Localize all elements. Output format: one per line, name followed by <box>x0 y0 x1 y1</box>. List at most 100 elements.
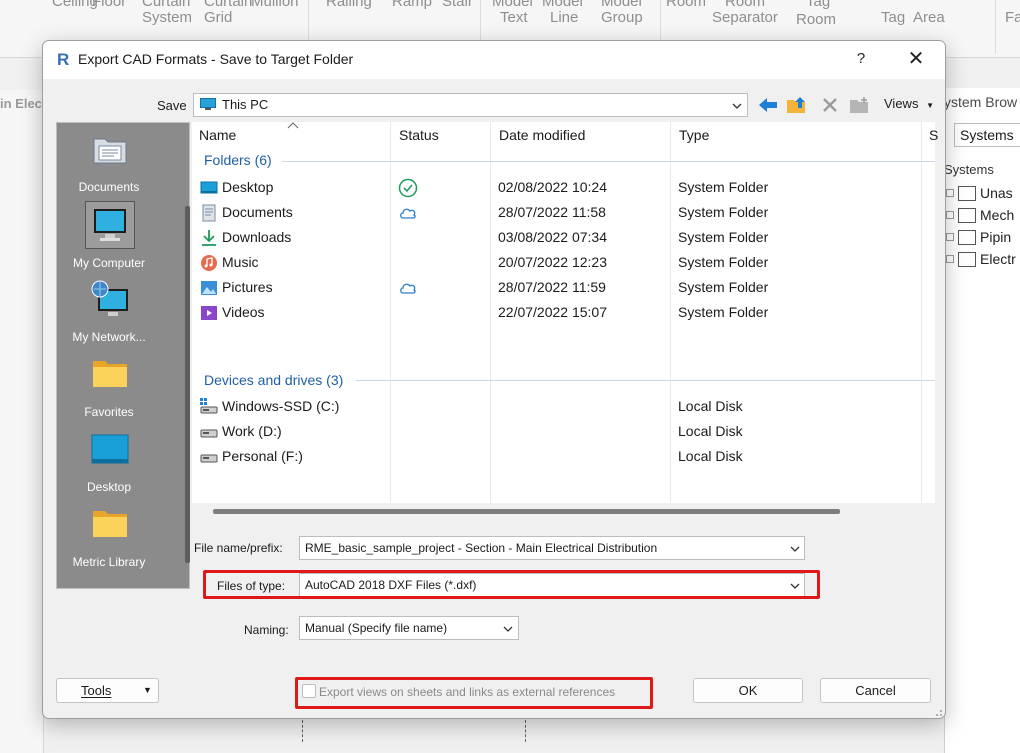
folder-type: System Folder <box>678 204 769 220</box>
drive-row[interactable]: Windows-SSD (C:) Local Disk <box>192 395 935 420</box>
ribbon-tool-label[interactable]: Railing <box>326 0 372 11</box>
expand-icon[interactable] <box>946 233 954 241</box>
folder-row[interactable]: Music 20/07/2022 12:23 System Folder <box>192 251 935 276</box>
metric-library-folder-icon[interactable] <box>90 503 130 543</box>
sync-status <box>398 228 418 248</box>
new-folder-button[interactable] <box>849 94 871 116</box>
drive-row[interactable]: Work (D:) Local Disk <box>192 420 935 445</box>
group-header-devices[interactable]: Devices and drives (3) <box>204 372 343 388</box>
project-browser-selector[interactable]: Systems <box>954 123 1020 147</box>
folder-name: Music <box>222 254 259 270</box>
documents-folder-icon[interactable] <box>90 129 130 169</box>
project-browser-header: Systems <box>944 162 994 177</box>
ribbon-tool-label[interactable]: Room <box>796 10 836 29</box>
system-drive-icon <box>200 398 218 416</box>
desktop-icon[interactable] <box>90 429 130 469</box>
network-icon[interactable] <box>90 279 130 319</box>
ribbon-tool-label[interactable]: Fa <box>1005 8 1020 27</box>
folder-name: Documents <box>222 204 293 220</box>
highlight-export-checkbox <box>295 677 653 709</box>
unassigned-folder-icon <box>958 185 976 201</box>
ok-button[interactable]: OK <box>693 678 803 703</box>
this-pc-icon <box>200 98 216 110</box>
folder-name: Downloads <box>222 229 292 245</box>
ribbon-tool-label[interactable]: Room <box>666 0 706 11</box>
folder-type: System Folder <box>678 254 769 270</box>
column-header-size[interactable]: S <box>929 127 938 143</box>
save-in-value: This PC <box>222 97 269 112</box>
folder-row[interactable]: Desktop 02/08/2022 10:24 System Folder <box>192 176 935 201</box>
naming-label: Naming: <box>244 623 289 637</box>
ribbon-tool-label[interactable]: Ceiling <box>52 0 98 11</box>
column-header-date[interactable]: Date modified <box>499 127 585 143</box>
export-cad-dialog: R Export CAD Formats - Save to Target Fo… <box>42 40 946 719</box>
file-list-hscrollbar[interactable] <box>213 509 840 514</box>
back-arrow-icon <box>759 98 777 112</box>
chevron-down-icon[interactable] <box>788 542 802 556</box>
sync-status <box>398 253 418 273</box>
ribbon-tool-label[interactable]: System <box>142 8 192 27</box>
views-menu-button[interactable]: Views ▼ <box>884 96 934 111</box>
group-header-folders[interactable]: Folders (6) <box>204 152 272 168</box>
ribbon-tool-label[interactable]: Area <box>913 8 945 27</box>
tree-item[interactable]: Pipin <box>946 229 1011 245</box>
new-folder-icon <box>850 97 868 113</box>
ribbon-tool-label[interactable]: Grid <box>204 8 232 27</box>
tree-item[interactable]: Electr <box>946 251 1016 267</box>
ribbon-tool-label[interactable]: Line <box>550 8 578 27</box>
tools-button[interactable]: Tools ▼ <box>56 678 159 703</box>
sync-status <box>398 278 418 298</box>
folder-row[interactable]: Pictures 28/07/2022 11:59 System Folder <box>192 276 935 301</box>
places-bar: Documents My Computer My Network... Favo… <box>56 122 190 589</box>
folder-date: 28/07/2022 11:58 <box>498 204 606 220</box>
folder-row[interactable]: Downloads 03/08/2022 07:34 System Folder <box>192 226 935 251</box>
column-header-name[interactable]: Name <box>199 127 236 143</box>
ribbon-tool-label[interactable]: Group <box>601 8 643 27</box>
place-label: Desktop <box>86 480 132 494</box>
help-button[interactable]: ? <box>851 50 871 67</box>
ribbon-tool-label[interactable]: Ramp <box>392 0 432 11</box>
save-in-combo[interactable]: This PC <box>193 93 748 117</box>
back-button[interactable] <box>757 94 779 116</box>
up-folder-button[interactable] <box>786 94 808 116</box>
ribbon-tool-label[interactable]: Stair <box>442 0 473 11</box>
folder-row[interactable]: Videos 22/07/2022 15:07 System Folder <box>192 301 935 326</box>
expand-icon[interactable] <box>946 211 954 219</box>
computer-icon[interactable] <box>90 205 130 245</box>
naming-combo[interactable]: Manual (Specify file name) <box>299 616 519 640</box>
folder-icon <box>958 229 976 245</box>
drive-name: Windows-SSD (C:) <box>222 398 340 414</box>
tree-item[interactable]: Unas <box>946 185 1013 201</box>
tree-item[interactable]: Mech <box>946 207 1014 223</box>
revit-logo-icon: R <box>57 50 70 69</box>
resize-grip-icon[interactable] <box>931 705 943 717</box>
save-in-label: Save <box>157 98 187 113</box>
cloud-icon <box>400 208 416 219</box>
column-header-type[interactable]: Type <box>679 127 709 143</box>
chevron-down-icon[interactable] <box>501 622 515 636</box>
grid-tick <box>525 720 526 742</box>
column-header-status[interactable]: Status <box>399 127 439 143</box>
ribbon-tool-label[interactable]: Mullion <box>251 0 299 11</box>
file-name-combo[interactable]: RME_basic_sample_project - Section - Mai… <box>299 536 805 560</box>
ribbon-tool-label[interactable]: Floor <box>92 0 126 11</box>
drive-row[interactable]: Personal (F:) Local Disk <box>192 445 935 470</box>
chevron-down-icon[interactable] <box>730 99 744 113</box>
places-scrollbar[interactable] <box>185 206 190 563</box>
sync-status <box>398 303 418 323</box>
folder-row[interactable]: Documents 28/07/2022 11:58 System Folder <box>192 201 935 226</box>
ribbon-tool-label[interactable]: Separator <box>712 8 778 27</box>
revit-left-panel-title: in Elec <box>0 96 42 111</box>
close-button[interactable]: ✕ <box>901 47 931 71</box>
expand-icon[interactable] <box>946 255 954 263</box>
cancel-button[interactable]: Cancel <box>820 678 931 703</box>
drive-name: Personal (F:) <box>222 448 303 464</box>
dialog-titlebar[interactable]: R Export CAD Formats - Save to Target Fo… <box>43 41 945 79</box>
favorites-folder-icon[interactable] <box>90 353 130 393</box>
ribbon-tool-label[interactable]: Tag <box>881 8 905 27</box>
place-label: Documents <box>78 180 140 194</box>
highlight-files-of-type <box>203 570 820 599</box>
expand-icon[interactable] <box>946 189 954 197</box>
delete-button[interactable] <box>819 94 841 116</box>
ribbon-tool-label[interactable]: Text <box>500 8 528 27</box>
